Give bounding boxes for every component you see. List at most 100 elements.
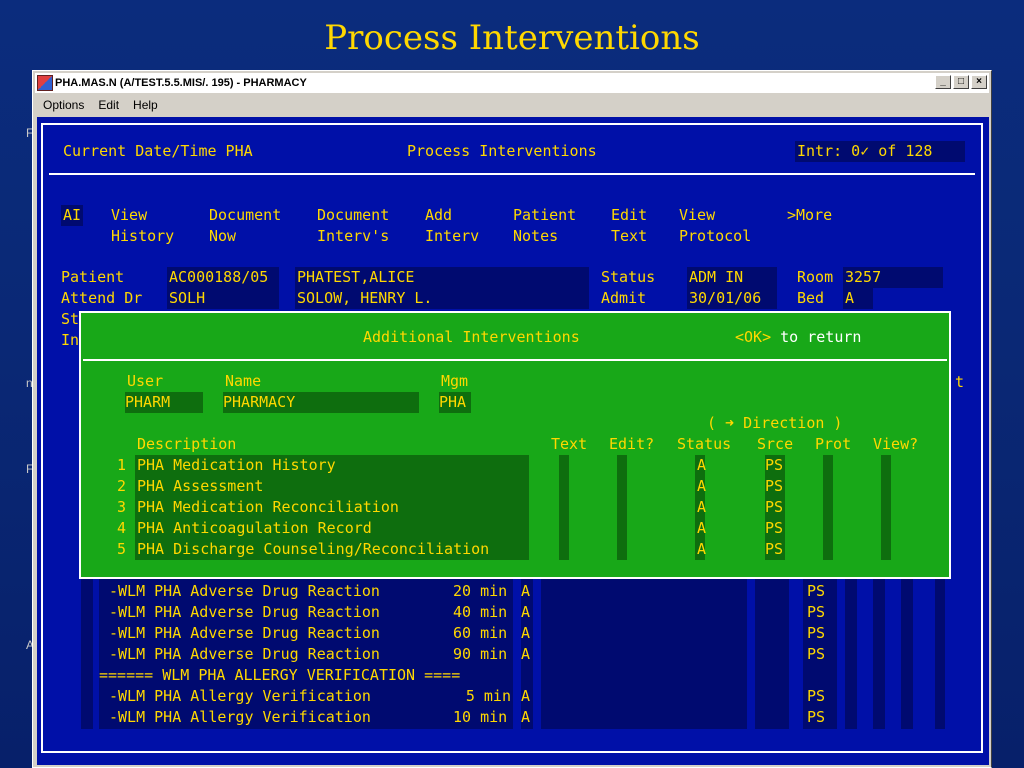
patient-label: Patient xyxy=(61,268,125,286)
list-item[interactable]: -WLM PHA Allergy Verification xyxy=(109,707,371,728)
window-titlebar[interactable]: PHA.MAS.N (A/TEST.5.5.MIS/. 195) - PHARM… xyxy=(35,73,989,93)
list-item-status: A xyxy=(521,624,531,642)
additional-interventions-dialog: Additional Interventions <OK> to return … xyxy=(79,311,951,579)
bed-field: A xyxy=(843,288,873,309)
text-column-cells[interactable] xyxy=(559,455,569,560)
attend-dr-code-field: SOLH xyxy=(167,288,279,309)
mgm-label: Mgm xyxy=(441,372,469,390)
list-item-status: A xyxy=(521,687,531,705)
row-status: A xyxy=(697,477,707,495)
list-item[interactable]: -WLM PHA Adverse Drug Reaction xyxy=(109,644,380,665)
close-button[interactable]: × xyxy=(971,75,987,89)
list-item-srce: PS xyxy=(807,687,826,705)
row-status: A xyxy=(697,498,707,516)
attend-dr-name-field: SOLOW, HENRY L. xyxy=(295,288,589,309)
user-label: User xyxy=(127,372,164,390)
header-divider xyxy=(49,173,975,175)
action-edit-text[interactable]: Edit Text xyxy=(611,205,647,247)
dialog-divider xyxy=(83,359,947,361)
list-item-time: 20 min xyxy=(453,582,508,600)
list-item[interactable]: -WLM PHA Allergy Verification xyxy=(109,686,371,707)
window-title: PHA.MAS.N (A/TEST.5.5.MIS/. 195) - PHARM… xyxy=(55,77,307,89)
direction-legend: ( ➜ Direction ) xyxy=(707,414,843,432)
admit-label: Admit xyxy=(601,289,647,307)
list-item-srce: PS xyxy=(807,645,826,663)
terminal-screen: Current Date/Time PHA Process Interventi… xyxy=(37,117,989,765)
row-status: A xyxy=(697,456,707,474)
list-item[interactable]: -WLM PHA Adverse Drug Reaction xyxy=(109,602,380,623)
prot-column-cells[interactable] xyxy=(823,455,833,560)
minimize-button[interactable]: _ xyxy=(935,75,951,89)
list-item-srce: PS xyxy=(807,708,826,726)
action-add-interv[interactable]: Add Interv xyxy=(425,205,479,247)
dialog-title: Additional Interventions xyxy=(363,328,580,346)
row-description: PHA Medication History xyxy=(137,456,336,474)
col-view: View? xyxy=(873,435,919,453)
list-item-time: 90 min xyxy=(453,645,508,663)
list-item-srce: PS xyxy=(807,624,826,642)
partial-label-in: In xyxy=(61,331,80,349)
action-document-now[interactable]: Document Now xyxy=(209,205,281,247)
room-field: 3257 xyxy=(843,267,943,288)
menu-help[interactable]: Help xyxy=(133,98,158,112)
list-item-time: 5 min xyxy=(465,687,511,705)
user-field[interactable]: PHARM xyxy=(125,392,203,413)
col-status: Status xyxy=(677,435,732,453)
row-srce: PS xyxy=(765,519,784,537)
bed-label: Bed xyxy=(797,289,825,307)
row-srce: PS xyxy=(765,540,784,558)
row-description: PHA Medication Reconciliation xyxy=(137,498,399,516)
app-icon xyxy=(37,75,53,91)
menu-options[interactable]: Options xyxy=(43,98,84,112)
list-item-time: 10 min xyxy=(453,708,508,726)
row-srce: PS xyxy=(765,498,784,516)
action-patient-notes[interactable]: Patient Notes xyxy=(513,205,576,247)
pharmacy-window: PHA.MAS.N (A/TEST.5.5.MIS/. 195) - PHARM… xyxy=(32,70,992,768)
list-item-status: A xyxy=(521,582,531,600)
list-item[interactable]: -WLM PHA Adverse Drug Reaction xyxy=(109,623,380,644)
header-screen-title: Process Interventions xyxy=(407,142,597,160)
name-field[interactable]: PHARMACY xyxy=(223,392,419,413)
list-item-time: 40 min xyxy=(453,603,508,621)
intervention-counter: Intr: 0✓ of 128 xyxy=(795,141,965,162)
row-description: PHA Anticoagulation Record xyxy=(137,519,372,537)
status-label: Status xyxy=(601,268,656,286)
list-item-status: A xyxy=(521,645,531,663)
row-status: A xyxy=(697,540,707,558)
header-datetime-label: Current Date/Time PHA xyxy=(63,142,253,160)
action-view-protocol[interactable]: View Protocol xyxy=(679,205,751,247)
action-view-history[interactable]: View History xyxy=(111,205,174,247)
edit-column-cells[interactable] xyxy=(617,455,627,560)
name-label: Name xyxy=(225,372,262,390)
mgm-field[interactable]: PHA xyxy=(439,392,471,413)
row-srce: PS xyxy=(765,456,784,474)
row-description: PHA Assessment xyxy=(137,477,264,495)
view-column-cells[interactable] xyxy=(881,455,891,560)
ok-button[interactable]: <OK> xyxy=(735,328,771,346)
menu-edit[interactable]: Edit xyxy=(98,98,119,112)
action-document-intervs[interactable]: Document Interv's xyxy=(317,205,389,247)
col-srce: Srce xyxy=(757,435,794,453)
row-description: PHA Discharge Counseling/Reconciliation xyxy=(137,540,490,558)
list-item[interactable]: -WLM PHA Adverse Drug Reaction xyxy=(109,581,380,602)
list-left-strip xyxy=(81,579,93,729)
action-ai[interactable]: AI xyxy=(61,205,84,226)
terminal-frame: Current Date/Time PHA Process Interventi… xyxy=(41,123,983,753)
list-item-status: A xyxy=(521,708,531,726)
background-intervention-list: -WLM PHA Adverse Drug Reaction 20 min A … xyxy=(99,579,945,729)
col-edit: Edit? xyxy=(609,435,655,453)
attend-dr-label: Attend Dr xyxy=(61,289,143,307)
menu-bar: Options Edit Help xyxy=(35,95,989,115)
list-item-srce: PS xyxy=(807,603,826,621)
col-description: Description xyxy=(137,435,237,453)
partial-label-st: St xyxy=(61,310,80,328)
list-item-time: 60 min xyxy=(453,624,508,642)
maximize-button[interactable]: □ xyxy=(953,75,969,89)
patient-id-field: AC000188/05 xyxy=(167,267,279,288)
row-status: A xyxy=(697,519,707,537)
list-section-header: ====== WLM PHA ALLERGY VERIFICATION ==== xyxy=(99,666,461,684)
list-item-status: A xyxy=(521,603,531,621)
col-text: Text xyxy=(551,435,588,453)
action-more[interactable]: >More xyxy=(787,205,832,226)
slide-title: Process Interventions xyxy=(324,18,700,58)
